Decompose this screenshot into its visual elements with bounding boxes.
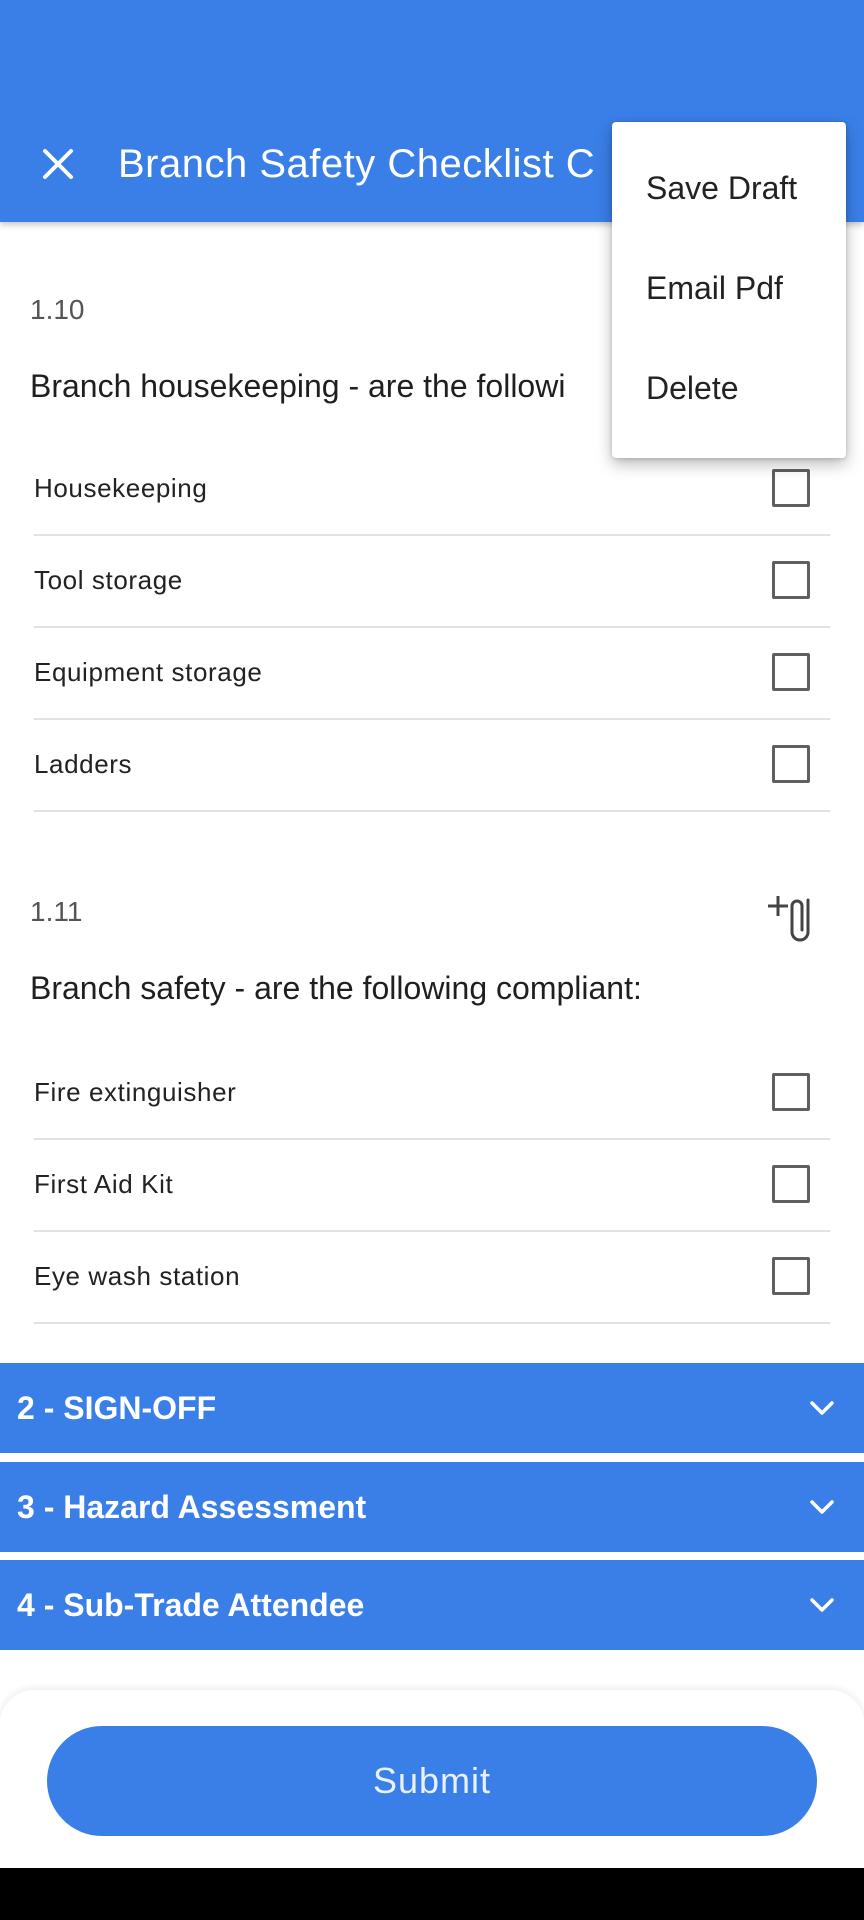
- bottom-action-sheet: Submit: [0, 1690, 864, 1868]
- checklist-item[interactable]: First Aid Kit: [34, 1138, 830, 1232]
- section-title: 3 - Hazard Assessment: [17, 1488, 367, 1525]
- section-sign-off[interactable]: 2 - SIGN-OFF: [0, 1363, 864, 1453]
- checkbox[interactable]: [772, 1257, 810, 1295]
- close-icon: [43, 149, 73, 179]
- checklist-item[interactable]: Equipment storage: [34, 626, 830, 720]
- close-button[interactable]: [30, 136, 86, 192]
- checklist-item-label: Equipment storage: [34, 656, 263, 687]
- section-title: 4 - Sub-Trade Attendee: [17, 1586, 365, 1623]
- question-number: 1.11: [30, 896, 83, 927]
- menu-item-save-draft[interactable]: Save Draft: [612, 138, 846, 238]
- section-hazard-assessment[interactable]: 3 - Hazard Assessment: [0, 1462, 864, 1552]
- question-title: Branch housekeeping - are the followi: [30, 368, 566, 404]
- checklist-item-label: Tool storage: [34, 564, 183, 595]
- checklist-item[interactable]: Tool storage: [34, 534, 830, 628]
- checklist-item-label: Housekeeping: [34, 472, 208, 503]
- checkbox[interactable]: [772, 1165, 810, 1203]
- submit-button-label: Submit: [372, 1760, 492, 1801]
- checklist-item-label: Ladders: [34, 748, 133, 779]
- question-title: Branch safety - are the following compli…: [30, 970, 642, 1006]
- checklist-item-label: Fire extinguisher: [34, 1076, 237, 1107]
- menu-item-delete[interactable]: Delete: [612, 338, 846, 438]
- checkbox[interactable]: [772, 653, 810, 691]
- page-title: Branch Safety Checklist C: [118, 142, 596, 186]
- chevron-down-icon: [810, 1500, 834, 1514]
- overflow-menu: Save Draft Email Pdf Delete: [612, 122, 846, 458]
- chevron-down-icon: [810, 1401, 834, 1415]
- checklist-item-label: Eye wash station: [34, 1260, 241, 1291]
- system-navigation-bar: [0, 1868, 864, 1920]
- checklist-item[interactable]: Ladders: [34, 718, 830, 812]
- checkbox[interactable]: [772, 745, 810, 783]
- checklist-item-label: First Aid Kit: [34, 1168, 174, 1199]
- attach-add-icon: [768, 896, 810, 942]
- question-number: 1.10: [30, 294, 85, 325]
- menu-item-email-pdf[interactable]: Email Pdf: [612, 238, 846, 338]
- submit-button[interactable]: Submit: [47, 1726, 817, 1836]
- checklist-item[interactable]: Fire extinguisher: [34, 1046, 830, 1140]
- section-sub-trade-attendee[interactable]: 4 - Sub-Trade Attendee: [0, 1560, 864, 1650]
- checkbox[interactable]: [772, 1073, 810, 1111]
- section-title: 2 - SIGN-OFF: [17, 1389, 217, 1426]
- chevron-down-icon: [810, 1598, 834, 1612]
- add-attachment-button[interactable]: [764, 886, 828, 950]
- checkbox[interactable]: [772, 469, 810, 507]
- checklist-item[interactable]: Eye wash station: [34, 1230, 830, 1324]
- checkbox[interactable]: [772, 561, 810, 599]
